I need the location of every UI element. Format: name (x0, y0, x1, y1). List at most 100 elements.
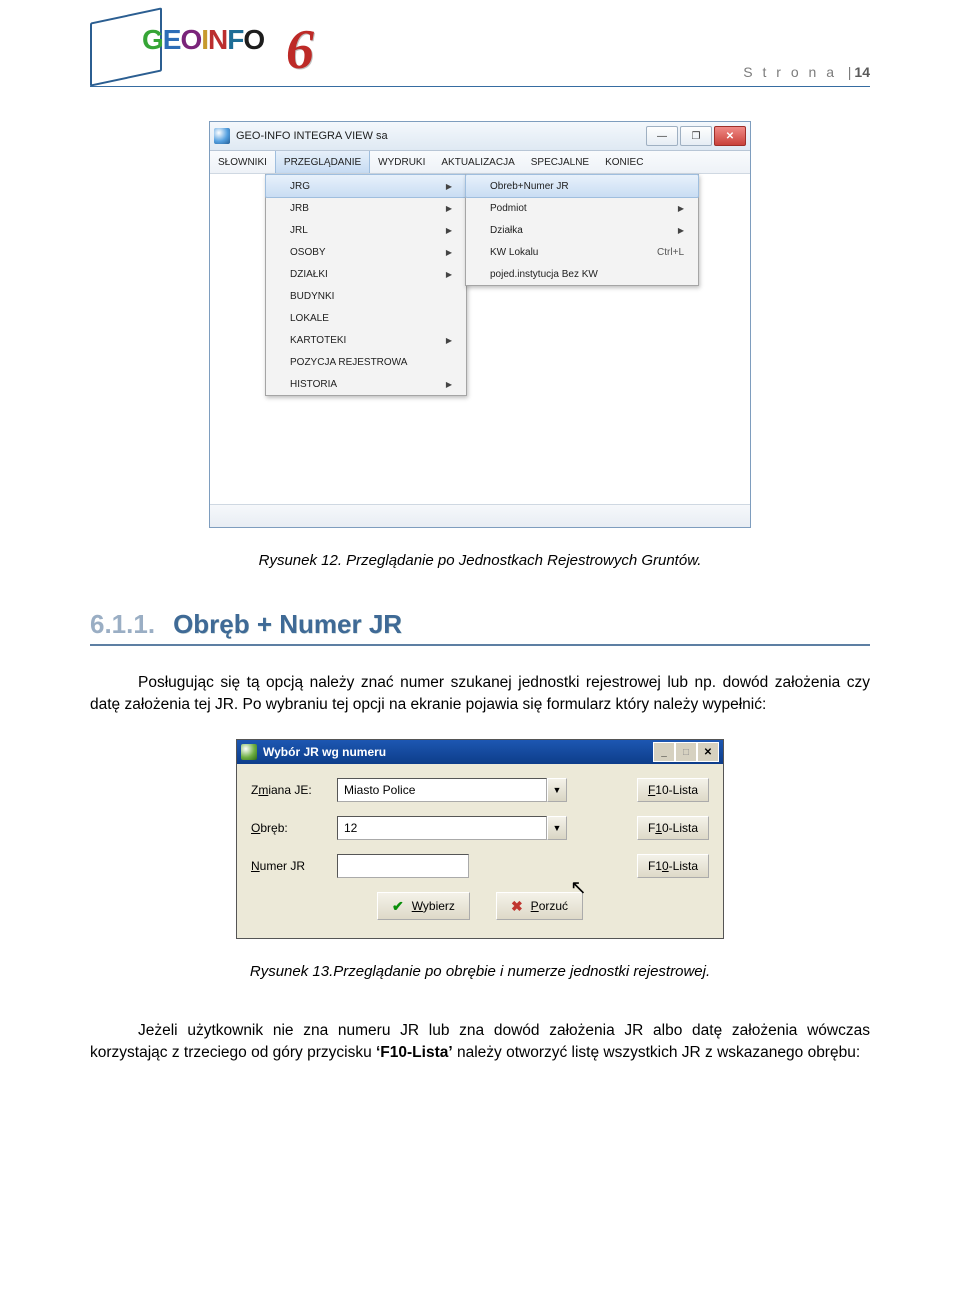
checkmark-icon: ✔ (392, 898, 404, 915)
app-icon (214, 128, 230, 144)
dialog-app-icon (241, 744, 257, 760)
combo-zmiana-je[interactable]: Miasto Police ▼ (337, 778, 567, 802)
dialog-title: Wybór JR wg numeru (263, 745, 386, 759)
window-titlebar: GEO-INFO INTEGRA VIEW sa — ❐ ✕ (210, 122, 750, 151)
menubar-item[interactable]: SPECJALNE (523, 151, 597, 173)
submenu-arrow-icon: ▶ (446, 226, 452, 235)
window-minimize-button[interactable]: — (646, 126, 678, 146)
cross-icon: ✖ (511, 898, 523, 915)
label-numer-jr: Numer JR (251, 859, 327, 873)
label-zmiana-je: Zmiana JE: (251, 783, 327, 797)
submenu-arrow-icon: ▶ (446, 270, 452, 279)
label-obreb: Obręb: (251, 821, 327, 835)
logo-version: 6 (286, 18, 314, 82)
logo-letter: N (208, 24, 227, 55)
menu-item-label: KARTOTEKI (290, 335, 346, 346)
logo-letter: O (180, 24, 201, 55)
page-number: S t r o n a |14 (743, 64, 870, 80)
menu-item[interactable]: POZYCJA REJESTROWA (266, 351, 466, 373)
paragraph-intro: Posługując się tą opcją należy znać nume… (90, 672, 870, 715)
menu-item[interactable]: pojed.instytucja Bez KW (466, 263, 698, 285)
menubar-item[interactable]: AKTUALIZACJA (433, 151, 522, 173)
menubar-item-active[interactable]: PRZEGLĄDANIE (275, 151, 370, 173)
menu-item[interactable]: Działka ▶ (466, 219, 698, 241)
dialog-close-button[interactable]: ✕ (697, 742, 719, 762)
menu-item[interactable]: Obreb+Numer JR (465, 174, 699, 198)
menu-item-label: DZIAŁKI (290, 269, 328, 280)
menu-item-label: BUDYNKI (290, 291, 334, 302)
screenshot-integra-window: GEO-INFO INTEGRA VIEW sa — ❐ ✕ SŁOWNIKI … (209, 121, 751, 528)
window-maximize-button[interactable]: ❐ (680, 126, 712, 146)
wybierz-button[interactable]: ✔ Wybierz (377, 892, 470, 920)
menu-item-label: JRG (290, 181, 310, 192)
screenshot-dialog-window: Wybór JR wg numeru _ □ ✕ Zmiana JE: Mias… (236, 739, 724, 939)
dropdown-menu-level2: Obreb+Numer JR Podmiot ▶ Działka ▶ KW Loka… (465, 174, 699, 286)
input-numer-jr[interactable] (337, 854, 469, 878)
menu-item-label: JRL (290, 225, 308, 236)
submenu-arrow-icon: ▶ (446, 336, 452, 345)
combo-dropdown-icon[interactable]: ▼ (547, 816, 567, 840)
menu-item-shortcut: Ctrl+L (657, 247, 684, 258)
menu-item[interactable]: KW Lokalu Ctrl+L (466, 241, 698, 263)
logo-letter: E (163, 24, 181, 55)
window-title: GEO-INFO INTEGRA VIEW sa (236, 130, 388, 142)
menu-item-label: Obreb+Numer JR (490, 181, 569, 192)
menu-item[interactable]: LOKALE (266, 307, 466, 329)
paragraph-text: Posługując się tą opcją należy znać nume… (90, 674, 870, 713)
logo-letter: O (243, 24, 264, 55)
window-statusbar (210, 504, 750, 527)
logo-letter: G (142, 24, 163, 55)
dialog-titlebar: Wybór JR wg numeru _ □ ✕ (237, 740, 723, 764)
menubar: SŁOWNIKI PRZEGLĄDANIE WYDRUKI AKTUALIZAC… (210, 151, 750, 174)
submenu-arrow-icon: ▶ (446, 204, 452, 213)
figure-caption-13: Rysunek 13.Przeglądanie po obrębie i num… (90, 963, 870, 980)
f10-lista-button-je[interactable]: F10-Lista (637, 778, 709, 802)
menu-item-label: HISTORIA (290, 379, 337, 390)
logo-text: GEOINFO (142, 24, 264, 56)
section-number: 6.1.1. (90, 609, 155, 640)
paragraph-outro: Jeżeli użytkownik nie zna numeru JR lub … (90, 1020, 870, 1063)
dialog-maximize-button[interactable]: □ (675, 742, 697, 762)
menu-item[interactable]: DZIAŁKI ▶ (266, 263, 466, 285)
combo-dropdown-icon[interactable]: ▼ (547, 778, 567, 802)
window-close-button[interactable]: ✕ (714, 126, 746, 146)
page-label-prefix: S t r o n a (743, 64, 837, 80)
menu-item[interactable]: OSOBY ▶ (266, 241, 466, 263)
submenu-arrow-icon: ▶ (446, 248, 452, 257)
logo-letter: I (201, 24, 208, 55)
menu-item-label: OSOBY (290, 247, 326, 258)
porzuc-button[interactable]: ✖ Porzuć (496, 892, 583, 920)
menubar-item[interactable]: SŁOWNIKI (210, 151, 275, 173)
figure-caption-12: Rysunek 12. Przeglądanie po Jednostkach … (90, 552, 870, 569)
menu-item[interactable]: KARTOTEKI ▶ (266, 329, 466, 351)
submenu-arrow-icon: ▶ (678, 226, 684, 235)
f10-lista-button-obreb[interactable]: F10-Lista (637, 816, 709, 840)
combo-value: Miasto Police (337, 778, 547, 802)
menu-item[interactable]: Podmiot ▶ (466, 197, 698, 219)
menu-item[interactable]: BUDYNKI (266, 285, 466, 307)
combo-value: 12 (337, 816, 547, 840)
menubar-item[interactable]: KONIEC (597, 151, 651, 173)
section-title: Obręb + Numer JR (173, 609, 402, 640)
paragraph-text: należy otworzyć listę wszystkich JR z ws… (453, 1044, 860, 1061)
menu-item[interactable]: JRG ▶ (265, 174, 467, 198)
combo-obreb[interactable]: 12 ▼ (337, 816, 567, 840)
menu-item-label: pojed.instytucja Bez KW (490, 269, 598, 280)
submenu-arrow-icon: ▶ (446, 182, 452, 191)
menu-item[interactable]: HISTORIA▶ (266, 373, 466, 395)
menu-item[interactable]: JRL ▶ (266, 219, 466, 241)
menu-item-label: Podmiot (490, 203, 527, 214)
logo: GEOINFO 6 (90, 20, 320, 80)
page-number-value: 14 (854, 64, 870, 80)
f10-lista-button-numer[interactable]: F10-Lista (637, 854, 709, 878)
submenu-arrow-icon: ▶ (678, 204, 684, 213)
menu-item-label: JRB (290, 203, 309, 214)
dialog-minimize-button[interactable]: _ (653, 742, 675, 762)
menu-item-label: LOKALE (290, 313, 329, 324)
menu-item-label: KW Lokalu (490, 247, 538, 258)
dropdown-menu-level1: JRG ▶ JRB ▶ JRL ▶ OSOBY ▶ DZIAŁKI ▶ BUDYNKI L… (265, 174, 467, 396)
logo-letter: F (227, 24, 243, 55)
menubar-item[interactable]: WYDRUKI (370, 151, 433, 173)
menu-item-label: Działka (490, 225, 523, 236)
menu-item[interactable]: JRB ▶ (266, 197, 466, 219)
